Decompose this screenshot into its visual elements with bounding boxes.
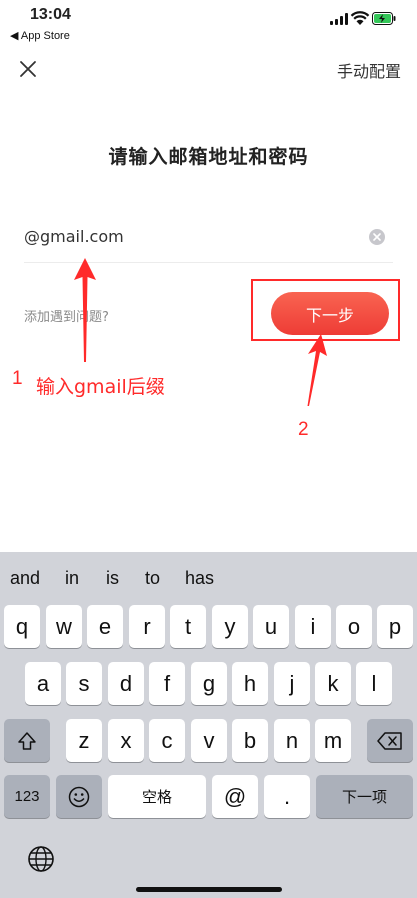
key-w[interactable]: w [46,605,82,648]
delete-key[interactable] [367,719,413,762]
key-y[interactable]: y [212,605,248,648]
key-m[interactable]: m [315,719,351,762]
annotation-arrow-up-icon [307,334,327,406]
annotation-arrow-up-icon [74,258,96,362]
next-field-key[interactable]: 下一项 [316,775,413,818]
manual-config-button[interactable]: 手动配置 [337,58,401,82]
back-app-label: App Store [20,30,70,42]
clear-input-icon[interactable] [369,229,385,245]
next-button[interactable]: 下一步 [271,292,389,335]
key-q[interactable]: q [4,605,40,648]
key-d[interactable]: d [108,662,144,705]
key-o[interactable]: o [336,605,372,648]
battery-charging-icon [372,12,396,25]
key-b[interactable]: b [232,719,268,762]
key-s[interactable]: s [66,662,102,705]
key-r[interactable]: r [129,605,165,648]
shift-key[interactable] [4,719,50,762]
status-bar: 13:04 ◀ App Store [0,0,417,44]
annotation-step2-number: 2 [298,419,309,440]
emoji-icon [68,786,90,807]
cellular-signal-icon [330,13,348,25]
key-g[interactable]: g [191,662,227,705]
key-u[interactable]: u [253,605,289,648]
suggestion-item[interactable]: in [65,568,79,589]
annotation-step1-number: 1 [12,368,23,389]
dot-key[interactable]: . [264,775,310,818]
suggestion-item[interactable]: and [10,568,40,589]
suggestion-item[interactable]: is [106,568,119,589]
email-input[interactable] [24,222,364,250]
key-n[interactable]: n [274,719,310,762]
key-j[interactable]: j [274,662,310,705]
suggestion-bar: and in is to has [0,552,417,602]
key-h[interactable]: h [232,662,268,705]
key-t[interactable]: t [170,605,206,648]
at-key[interactable]: @ [212,775,258,818]
suggestion-item[interactable]: has [185,568,214,589]
key-a[interactable]: a [25,662,61,705]
page-title: 请输入邮箱地址和密码 [108,146,309,168]
shift-icon [18,731,36,750]
wifi-icon [350,11,370,25]
key-e[interactable]: e [87,605,123,648]
key-l[interactable]: l [356,662,392,705]
status-time: 13:04 [30,6,71,23]
annotation-step1-text: 输入gmail后缀 [36,376,165,398]
key-z[interactable]: z [66,719,102,762]
key-c[interactable]: c [149,719,185,762]
keyboard: and in is to has q w e r t y u i o p a s… [0,552,417,898]
space-key[interactable]: 空格 [108,775,206,818]
home-indicator [136,887,282,892]
suggestion-item[interactable]: to [145,568,160,589]
key-v[interactable]: v [191,719,227,762]
emoji-key[interactable] [56,775,102,818]
key-f[interactable]: f [149,662,185,705]
numbers-key[interactable]: 123 [4,775,50,818]
key-p[interactable]: p [377,605,413,648]
close-icon[interactable] [15,56,41,82]
backspace-icon [377,731,402,750]
key-k[interactable]: k [315,662,351,705]
globe-icon[interactable] [27,845,55,873]
back-to-app-store[interactable]: ◀ App Store [10,29,70,42]
key-i[interactable]: i [295,605,331,648]
key-x[interactable]: x [108,719,144,762]
